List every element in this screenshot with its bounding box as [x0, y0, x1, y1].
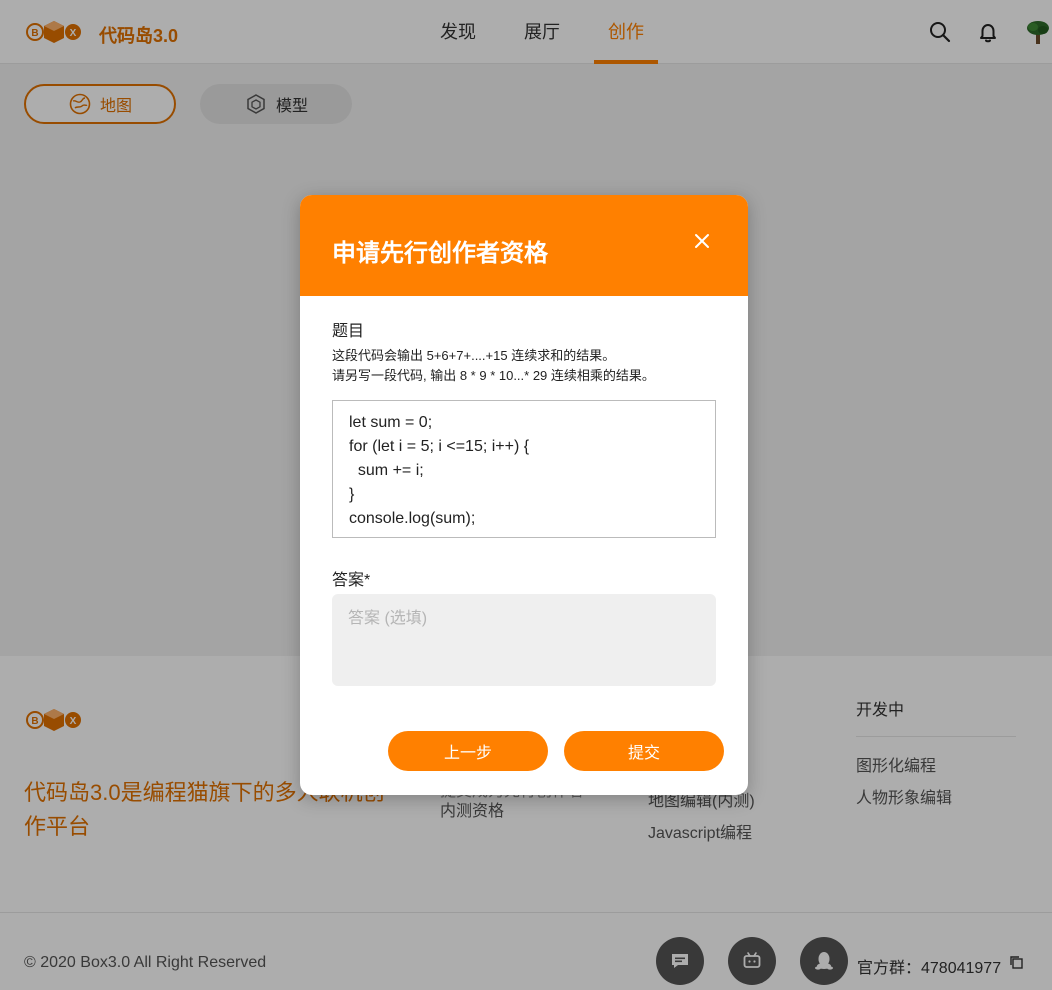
question-label: 题目 — [332, 323, 365, 340]
previous-step-button[interactable]: 上一步 — [388, 731, 548, 771]
apply-creator-modal: 申请先行创作者资格 题目 这段代码会输出 5+6+7+....+15 连续求和的… — [300, 195, 748, 795]
modal-header: 申请先行创作者资格 — [300, 195, 748, 296]
code-line: console.log(sum); — [349, 510, 476, 527]
answer-label: 答案* — [332, 572, 371, 589]
question-line-1: 这段代码会输出 5+6+7+....+15 连续求和的结果。 — [332, 348, 616, 363]
modal-title: 申请先行创作者资格 — [332, 240, 548, 267]
submit-button[interactable]: 提交 — [564, 731, 724, 771]
code-line: let sum = 0; — [349, 414, 433, 431]
code-block: let sum = 0; for (let i = 5; i <=15; i++… — [332, 400, 716, 538]
code-line: } — [349, 486, 355, 503]
question-line-2: 请另写一段代码, 输出 8 * 9 * 10...* 29 连续相乘的结果。 — [332, 368, 655, 383]
close-icon[interactable] — [692, 231, 712, 251]
answer-input[interactable] — [332, 594, 716, 686]
code-line: sum += i; — [349, 462, 424, 479]
question-description: 这段代码会输出 5+6+7+....+15 连续求和的结果。 请另写一段代码, … — [332, 346, 732, 386]
code-line: for (let i = 5; i <=15; i++) { — [349, 438, 530, 455]
